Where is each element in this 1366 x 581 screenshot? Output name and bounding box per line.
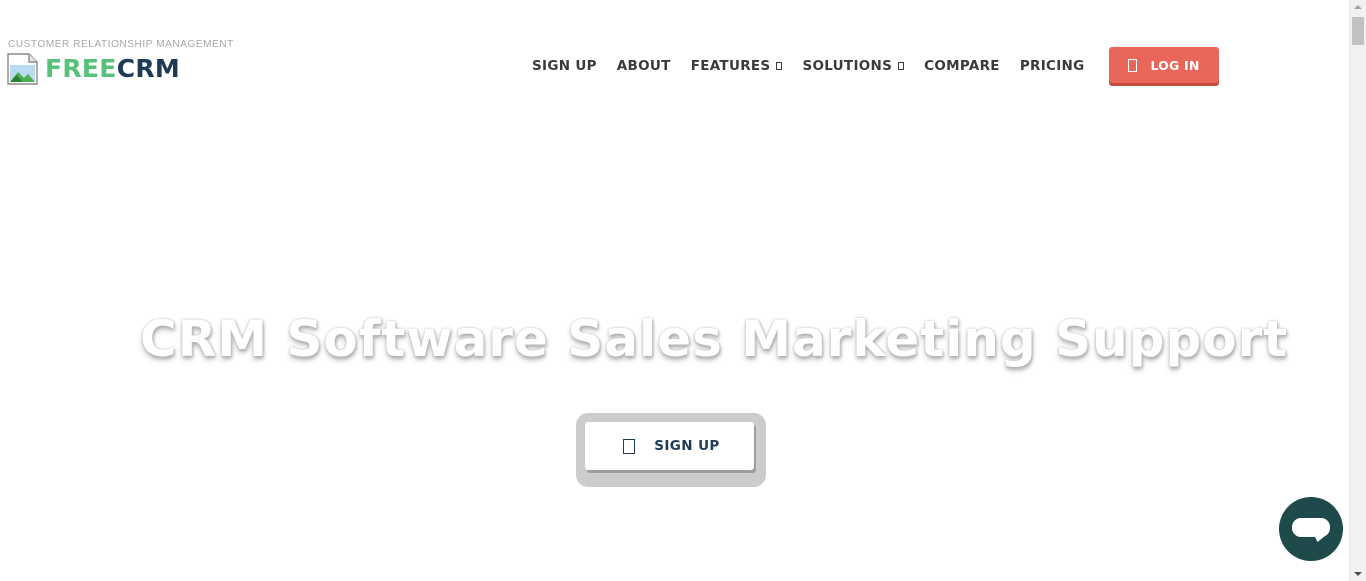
logo-tagline: CUSTOMER RELATIONSHIP MANAGEMENT (8, 39, 234, 50)
main-nav: SIGN UP ABOUT FEATURES SOLUTIONS COMPARE… (522, 56, 1095, 76)
dropdown-caret-icon (898, 62, 905, 70)
nav-about[interactable]: ABOUT (607, 58, 681, 74)
missing-glyph-icon (623, 438, 636, 454)
scroll-down-arrow-icon[interactable] (1354, 572, 1362, 576)
nav-features-label: FEATURES (690, 58, 771, 74)
nav-about-label: ABOUT (616, 58, 671, 74)
logo-text-crm: CRM (116, 54, 181, 83)
scrollbar-thumb[interactable] (1352, 17, 1364, 45)
chat-widget-button[interactable] (1279, 497, 1343, 561)
nav-sign-up-label: SIGN UP (532, 58, 597, 74)
nav-solutions[interactable]: SOLUTIONS (792, 58, 914, 74)
vertical-scrollbar[interactable] (1349, 0, 1366, 581)
chat-bubble-icon-tail (1310, 534, 1328, 542)
nav-solutions-label: SOLUTIONS (802, 58, 893, 74)
nav-pricing-label: PRICING (1019, 58, 1085, 74)
dropdown-caret-icon (776, 62, 783, 70)
login-button-label: LOG IN (1150, 57, 1200, 73)
nav-features[interactable]: FEATURES (681, 58, 793, 74)
hero-signup-button[interactable]: SIGN UP (585, 422, 754, 470)
hero-signup-label: SIGN UP (654, 438, 720, 454)
nav-pricing[interactable]: PRICING (1010, 58, 1095, 74)
hero-title: CRM Software Sales Marketing Support (140, 310, 1289, 368)
logo-text-free: FREE (45, 54, 117, 83)
logo-text: FREECRM (45, 52, 180, 86)
page: CUSTOMER RELATIONSHIP MANAGEMENT FREECRM… (0, 0, 1366, 581)
login-button[interactable]: LOG IN (1109, 47, 1219, 83)
broken-image-icon (7, 53, 38, 85)
chat-bubble-icon (1292, 518, 1330, 542)
nav-sign-up[interactable]: SIGN UP (522, 58, 607, 74)
logo-link[interactable]: FREECRM (7, 52, 180, 86)
hero-signup-frame: SIGN UP (576, 413, 766, 487)
scroll-up-arrow-icon[interactable] (1354, 5, 1362, 9)
nav-compare[interactable]: COMPARE (914, 58, 1010, 74)
missing-glyph-icon (1128, 58, 1138, 72)
nav-compare-label: COMPARE (924, 58, 1000, 74)
